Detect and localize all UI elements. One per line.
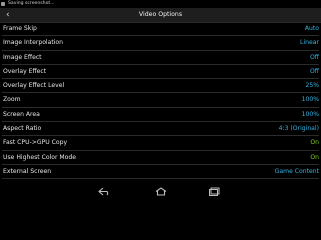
setting-value: On	[310, 153, 319, 161]
setting-row-fast-cpu-gpu-copy[interactable]: Fast CPU->GPU Copy On	[0, 136, 321, 151]
setting-row-image-interpolation[interactable]: Image Interpolation Linear	[0, 36, 321, 51]
setting-row-highest-color-mode[interactable]: Use Highest Color Mode On	[0, 151, 321, 165]
setting-label: Screen Area	[3, 110, 40, 118]
page-title: Video Options	[138, 11, 183, 18]
screenshot-notification-icon	[1, 2, 5, 6]
setting-value: Off	[310, 53, 319, 61]
setting-value: Off	[310, 67, 319, 75]
setting-label: Overlay Effect Level	[3, 82, 65, 90]
setting-row-frame-skip[interactable]: Frame Skip Auto	[0, 22, 321, 37]
status-notification-text: Saving screenshot...	[8, 1, 55, 6]
setting-label: Zoom	[3, 96, 21, 104]
setting-row-image-effect[interactable]: Image Effect Off	[0, 51, 321, 65]
setting-row-external-screen[interactable]: External Screen Game Content	[0, 165, 321, 180]
setting-label: Use Highest Color Mode	[3, 153, 77, 161]
setting-value: On	[310, 139, 319, 147]
back-icon[interactable]	[98, 187, 112, 196]
setting-value: 100%	[301, 96, 319, 104]
setting-row-zoom[interactable]: Zoom 100%	[0, 93, 321, 108]
setting-label: Frame Skip	[3, 25, 37, 32]
setting-value: Linear	[300, 39, 319, 47]
setting-label: Overlay Effect	[3, 67, 47, 75]
setting-value: 100%	[301, 110, 319, 118]
recents-icon[interactable]	[208, 187, 222, 196]
setting-value: 25%	[305, 82, 319, 90]
settings-list: Frame Skip Auto Image Interpolation Line…	[0, 22, 321, 180]
setting-value: Auto	[304, 25, 319, 32]
setting-label: Image Interpolation	[3, 39, 64, 47]
header-bar: ‹ Video Options	[0, 8, 321, 23]
setting-value: Game Content	[274, 167, 319, 175]
setting-label: External Screen	[3, 167, 52, 175]
setting-value: 4:3 (Original)	[278, 125, 319, 133]
status-bar: Saving screenshot...	[0, 0, 321, 8]
home-icon[interactable]	[154, 187, 168, 196]
divider	[2, 178, 319, 180]
setting-row-aspect-ratio[interactable]: Aspect Ratio 4:3 (Original)	[0, 122, 321, 137]
setting-label: Fast CPU->GPU Copy	[3, 139, 68, 147]
setting-row-screen-area[interactable]: Screen Area 100%	[0, 108, 321, 123]
setting-row-overlay-effect-level[interactable]: Overlay Effect Level 25%	[0, 79, 321, 94]
navigation-bar	[0, 183, 321, 200]
setting-row-overlay-effect[interactable]: Overlay Effect Off	[0, 65, 321, 80]
setting-label: Image Effect	[3, 53, 42, 61]
setting-label: Aspect Ratio	[3, 125, 42, 133]
